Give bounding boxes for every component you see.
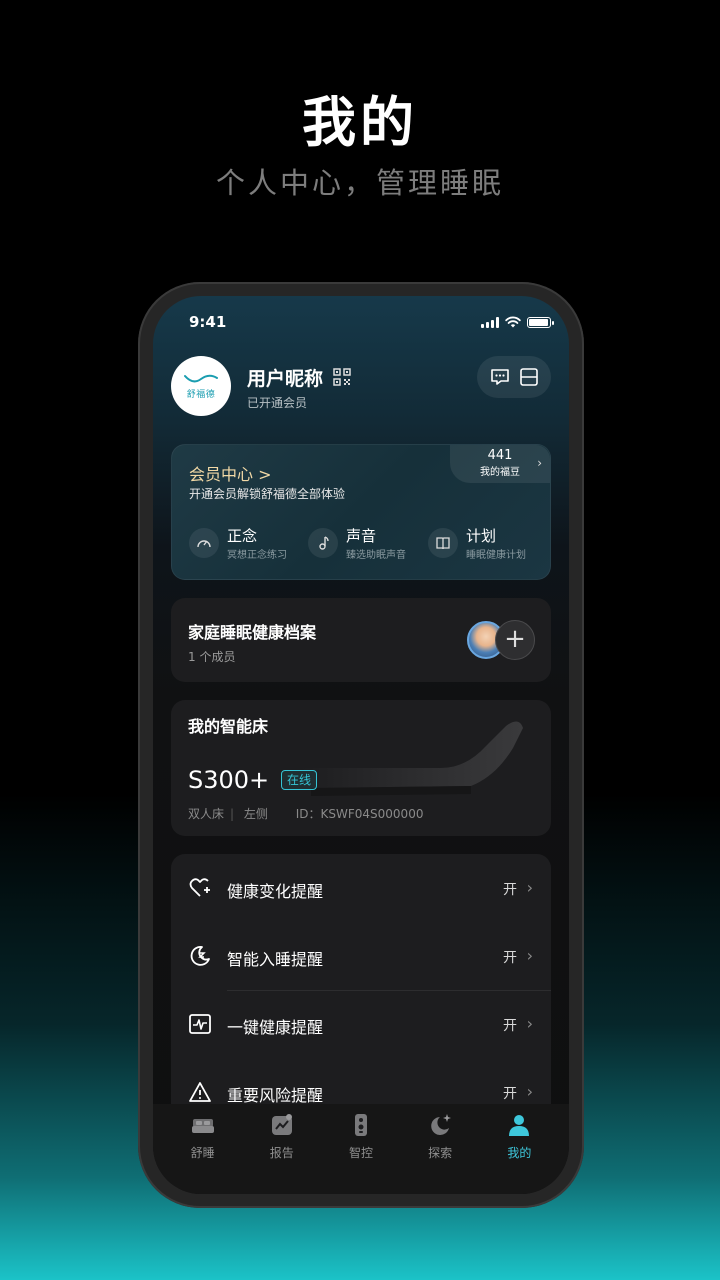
reminder-label: 健康变化提醒 [227,882,324,901]
tab-report[interactable]: 报告 [247,1112,317,1194]
signal-icon [481,316,499,328]
bed-icon [191,1119,214,1133]
message-icon[interactable] [489,366,511,388]
tab-explore[interactable]: 探索 [405,1112,475,1194]
reminder-row-one-key-health[interactable]: 一键健康提醒 开 › [171,990,551,1058]
feature-mindfulness[interactable]: 正念 冥想正念练习 [189,523,309,563]
bed-meta: 双人床 | 左侧 ID：KSWF04S000000 [188,807,424,821]
moon-z-icon [190,946,210,966]
tab-bar: 舒睡 报告 智控 探索 我的 [153,1104,569,1194]
chevron-right-icon: › [537,456,542,470]
bed-type: 双人床 [188,807,225,821]
book-icon [428,528,458,558]
feature-subtitle: 睡眠健康计划 [466,550,526,561]
person-icon [509,1115,530,1136]
bed-device-id: ID：KSWF04S000000 [295,807,424,821]
feature-title: 声音 [346,527,377,545]
reminder-value: 开 [503,1018,517,1034]
tab-control[interactable]: 智控 [326,1112,396,1194]
tab-label: 我的 [507,1146,532,1160]
battery-icon [527,316,554,328]
reminder-row-health-change[interactable]: 健康变化提醒 开 › [171,854,551,922]
profile-header: 舒福德 用户昵称 已开通会员 [171,356,551,418]
chevron-right-icon: › [526,878,533,897]
reminder-value: 开 [503,950,517,966]
vip-card[interactable]: 会员中心 > 开通会员解锁舒福德全部体验 441 我的福豆 › 正念 冥想正念练… [171,444,551,580]
report-icon [271,1114,292,1135]
status-time: 9:41 [189,313,227,331]
bed-title: 我的智能床 [188,717,269,736]
bed-side: 左侧 [243,807,268,821]
heart-plus-icon [189,878,210,897]
tab-label: 报告 [269,1146,294,1160]
top-actions [477,356,551,398]
avatar-brand-text: 舒福德 [186,389,216,400]
add-member-button[interactable]: + [495,620,535,660]
gauge-icon [189,528,219,558]
chevron-right-icon: › [526,1082,533,1101]
chevron-right-icon: › [526,1014,533,1033]
hero-title: 我的 [302,91,418,154]
pulse-monitor-icon [189,1014,211,1034]
points-value: 441 [487,448,513,463]
chevron-right-icon: › [526,946,533,965]
status-bar: 9:41 [189,312,554,332]
bed-card[interactable]: 我的智能床 S300+ 在线 双人床 | 左侧 ID：KSWF04S000000 [171,700,551,836]
vip-description: 开通会员解锁舒福德全部体验 [189,487,346,501]
hero-subtitle: 个人中心，管理睡眠 [215,166,504,200]
family-count: 1 个成员 [188,650,236,664]
points-label: 我的福豆 [480,467,520,478]
brand-wave-icon [184,374,218,382]
feature-title: 计划 [466,527,497,545]
tab-label: 智控 [348,1146,373,1160]
avatar[interactable]: 舒福德 [171,356,231,416]
nickname[interactable]: 用户昵称 [247,364,323,391]
phone-frame: 9:41 舒福德 用户昵称 已开通会员 会员中心 > 开通会员解锁舒福德全部体验… [138,282,584,1208]
reminder-row-smart-sleep[interactable]: 智能入睡提醒 开 › [171,922,551,990]
reminder-value: 开 [503,1086,517,1102]
feature-title: 正念 [227,527,258,545]
reminder-label: 智能入睡提醒 [227,950,324,969]
feature-sound[interactable]: 声音 臻选助眠声音 [308,523,428,563]
tab-mine[interactable]: 我的 [484,1112,554,1194]
scan-icon[interactable] [518,366,540,388]
reminder-list: 健康变化提醒 开 › 智能入睡提醒 开 › 一键健康提醒 开 › 重要风险提醒 … [171,854,551,1124]
moon-star-icon [431,1114,452,1135]
tab-sleep[interactable]: 舒睡 [168,1112,238,1194]
feature-subtitle: 臻选助眠声音 [346,550,406,561]
member-status: 已开通会员 [247,396,308,410]
points-box[interactable]: 441 我的福豆 › [450,445,550,483]
bed-model: S300+ [188,766,270,794]
remote-icon [354,1114,367,1136]
reminder-label: 一键健康提醒 [227,1018,324,1037]
qr-code-icon[interactable] [333,368,351,386]
feature-plan[interactable]: 计划 睡眠健康计划 [428,523,548,563]
reminder-label: 重要风险提醒 [227,1086,324,1105]
warning-icon [189,1082,211,1102]
music-note-icon [308,528,338,558]
tab-label: 探索 [428,1146,453,1160]
feature-subtitle: 冥想正念练习 [227,550,287,561]
family-title: 家庭睡眠健康档案 [188,623,317,642]
phone-screen: 9:41 舒福德 用户昵称 已开通会员 会员中心 > 开通会员解锁舒福德全部体验… [153,296,569,1194]
wifi-icon [505,316,521,328]
battery-level [529,318,548,326]
bed-image [301,721,523,796]
family-card[interactable]: 家庭睡眠健康档案 1 个成员 + [171,598,551,682]
online-badge: 在线 [281,770,318,790]
reminder-value: 开 [503,882,517,898]
status-icons [481,316,554,328]
vip-title[interactable]: 会员中心 > [189,461,272,485]
tab-label: 舒睡 [190,1146,215,1160]
